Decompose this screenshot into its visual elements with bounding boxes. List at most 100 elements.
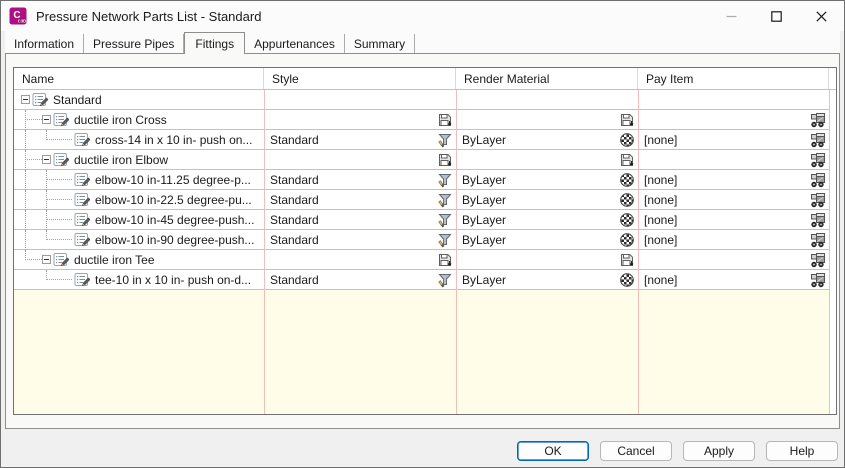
close-button[interactable] xyxy=(799,1,844,31)
save-override-icon[interactable] xyxy=(437,112,453,128)
tab-summary[interactable]: Summary xyxy=(345,34,416,53)
render-material-icon[interactable] xyxy=(619,272,635,288)
render-material-icon[interactable] xyxy=(619,192,635,208)
tree-connector xyxy=(25,230,26,250)
pay-item-cell[interactable] xyxy=(638,90,829,109)
name-cell[interactable]: elbow-10 in-90 degree-push... xyxy=(14,230,264,250)
render-material-icon[interactable] xyxy=(619,132,635,148)
pay-item-cell[interactable]: [none] xyxy=(638,270,829,289)
parts-list-icon xyxy=(53,252,70,268)
table-row[interactable]: tee-10 in x 10 in- push on-d... Standard … xyxy=(14,270,829,290)
style-cell[interactable]: Standard xyxy=(264,170,456,189)
render-material-cell[interactable] xyxy=(456,250,638,269)
pay-item-cell[interactable] xyxy=(638,110,829,129)
pay-item-icon[interactable] xyxy=(810,272,826,288)
save-override-icon[interactable] xyxy=(437,152,453,168)
render-material-cell[interactable] xyxy=(456,150,638,169)
style-picker-icon[interactable] xyxy=(437,132,453,148)
render-material-cell[interactable] xyxy=(456,90,638,109)
pay-item-icon[interactable] xyxy=(810,192,826,208)
name-cell[interactable]: ductile iron Elbow xyxy=(14,150,264,170)
tree-collapse-toggle[interactable] xyxy=(21,95,30,104)
help-button[interactable]: Help xyxy=(766,441,838,461)
style-picker-icon[interactable] xyxy=(437,232,453,248)
style-cell[interactable] xyxy=(264,250,456,269)
table-row[interactable]: Standard xyxy=(14,90,829,110)
name-cell[interactable]: tee-10 in x 10 in- push on-d... xyxy=(14,270,264,289)
style-cell[interactable] xyxy=(264,150,456,169)
pay-item-cell[interactable]: [none] xyxy=(638,230,829,249)
style-cell[interactable]: Standard xyxy=(264,230,456,249)
pay-item-icon[interactable] xyxy=(810,152,826,168)
render-material-cell[interactable]: ByLayer xyxy=(456,190,638,209)
name-cell[interactable]: elbow-10 in-45 degree-push... xyxy=(14,210,264,230)
tree-collapse-toggle[interactable] xyxy=(42,115,51,124)
render-material-cell[interactable]: ByLayer xyxy=(456,270,638,289)
render-material-cell[interactable]: ByLayer xyxy=(456,170,638,189)
tab-information[interactable]: Information xyxy=(5,34,85,53)
pay-item-icon[interactable] xyxy=(810,112,826,128)
style-picker-icon[interactable] xyxy=(437,212,453,228)
name-cell[interactable]: ductile iron Cross xyxy=(14,110,264,130)
pay-item-icon[interactable] xyxy=(810,232,826,248)
save-override-icon[interactable] xyxy=(619,112,635,128)
tab-fittings[interactable]: Fittings xyxy=(184,32,246,54)
pay-item-cell[interactable]: [none] xyxy=(638,210,829,229)
style-cell[interactable]: Standard xyxy=(264,270,456,289)
table-row[interactable]: cross-14 in x 10 in- push on... Standard … xyxy=(14,130,829,150)
apply-button[interactable]: Apply xyxy=(683,441,755,461)
name-cell[interactable]: Standard xyxy=(14,90,264,109)
cancel-button[interactable]: Cancel xyxy=(600,441,672,461)
table-row[interactable]: ductile iron Cross xyxy=(14,110,829,130)
pay-item-cell[interactable] xyxy=(638,150,829,169)
pay-item-icon[interactable] xyxy=(810,252,826,268)
name-cell[interactable]: elbow-10 in-22.5 degree-pu... xyxy=(14,190,264,210)
save-override-icon[interactable] xyxy=(619,252,635,268)
render-material-cell[interactable]: ByLayer xyxy=(456,230,638,249)
tab-appurtenances[interactable]: Appurtenances xyxy=(245,34,345,53)
table-row[interactable]: elbow-10 in-45 degree-push... Standard By… xyxy=(14,210,829,230)
table-row[interactable]: elbow-10 in-11.25 degree-p... Standard By… xyxy=(14,170,829,190)
pay-item-icon[interactable] xyxy=(810,172,826,188)
tab-pressure-pipes[interactable]: Pressure Pipes xyxy=(84,34,185,53)
style-cell-value: Standard xyxy=(270,212,319,227)
maximize-button[interactable] xyxy=(754,1,799,31)
render-material-icon[interactable] xyxy=(619,212,635,228)
style-picker-icon[interactable] xyxy=(437,172,453,188)
table-row[interactable]: elbow-10 in-22.5 degree-pu... Standard By… xyxy=(14,190,829,210)
table-row[interactable]: ductile iron Tee xyxy=(14,250,829,270)
style-picker-icon[interactable] xyxy=(437,272,453,288)
name-cell[interactable]: elbow-10 in-11.25 degree-p... xyxy=(14,170,264,190)
render-material-icon[interactable] xyxy=(619,232,635,248)
style-cell[interactable] xyxy=(264,110,456,129)
render-material-cell[interactable]: ByLayer xyxy=(456,210,638,229)
tree-collapse-toggle[interactable] xyxy=(42,155,51,164)
style-cell[interactable]: Standard xyxy=(264,130,456,149)
pay-item-cell[interactable]: [none] xyxy=(638,190,829,209)
style-picker-icon[interactable] xyxy=(437,192,453,208)
table-row[interactable]: elbow-10 in-90 degree-push... Standard By… xyxy=(14,230,829,250)
ok-button[interactable]: OK xyxy=(517,441,589,461)
style-cell[interactable]: Standard xyxy=(264,190,456,209)
column-header-render-material[interactable]: Render Material xyxy=(456,68,638,89)
pay-item-icon[interactable] xyxy=(810,212,826,228)
save-override-icon[interactable] xyxy=(437,252,453,268)
style-cell[interactable] xyxy=(264,90,456,109)
render-material-cell[interactable] xyxy=(456,110,638,129)
name-cell[interactable]: ductile iron Tee xyxy=(14,250,264,269)
column-header-style[interactable]: Style xyxy=(264,68,456,89)
column-header-pay-item[interactable]: Pay Item xyxy=(638,68,829,89)
style-cell[interactable]: Standard xyxy=(264,210,456,229)
render-material-cell[interactable]: ByLayer xyxy=(456,130,638,149)
pay-item-cell[interactable]: [none] xyxy=(638,170,829,189)
minimize-button[interactable] xyxy=(709,1,754,31)
table-row[interactable]: ductile iron Elbow xyxy=(14,150,829,170)
save-override-icon[interactable] xyxy=(619,152,635,168)
render-material-icon[interactable] xyxy=(619,172,635,188)
pay-item-cell[interactable] xyxy=(638,250,829,269)
pay-item-cell[interactable]: [none] xyxy=(638,130,829,149)
pay-item-icon[interactable] xyxy=(810,132,826,148)
tree-collapse-toggle[interactable] xyxy=(42,255,51,264)
column-header-name[interactable]: Name xyxy=(14,68,264,89)
name-cell[interactable]: cross-14 in x 10 in- push on... xyxy=(14,130,264,150)
